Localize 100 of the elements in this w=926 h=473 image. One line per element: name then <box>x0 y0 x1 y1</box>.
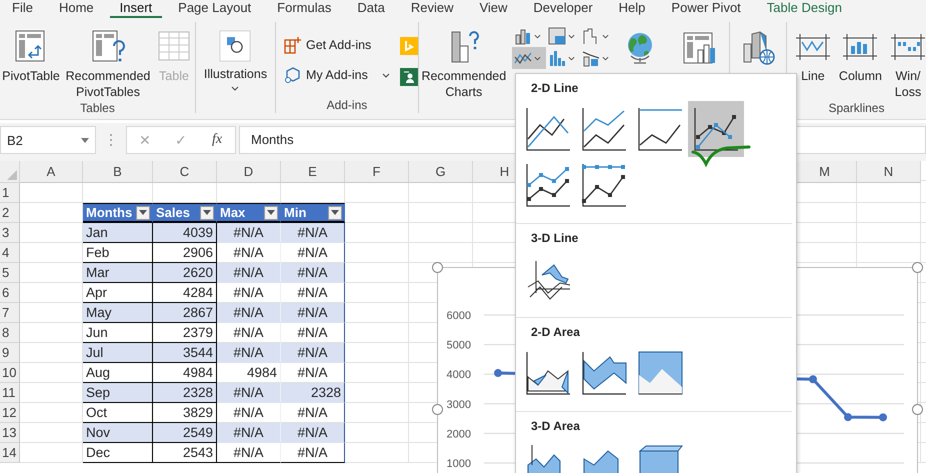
row-header[interactable]: 13 <box>0 423 20 443</box>
ribbon-tab[interactable]: Review <box>400 0 464 18</box>
pivot-table-help-icon <box>90 28 126 64</box>
ribbon-button[interactable]: Recommended PivotTables <box>62 22 154 100</box>
ribbon-tab[interactable]: Data <box>347 0 395 18</box>
combo-chart-icon <box>582 49 600 67</box>
ribbon-tab[interactable]: Developer <box>523 0 603 18</box>
name-box[interactable]: B2 <box>0 126 96 154</box>
row-header[interactable]: 14 <box>0 443 20 463</box>
ribbon-tab[interactable]: Table Design <box>756 0 852 18</box>
bar-chart-icon <box>514 27 532 45</box>
table-cell: #N/A <box>217 383 281 403</box>
resize-handle[interactable] <box>432 404 443 415</box>
column-header[interactable]: D <box>217 161 281 183</box>
table-cell: #N/A <box>281 303 345 323</box>
group-label: Tables <box>79 100 116 116</box>
table-cell: 2543 <box>153 443 217 463</box>
caret-icon <box>382 72 390 78</box>
table-cell: #N/A <box>217 343 281 363</box>
table-cell: 2328 <box>153 383 217 403</box>
axis-tick-label: 4000 <box>446 369 471 382</box>
row-header[interactable]: 9 <box>0 343 20 363</box>
axis-tick-label: 1000 <box>446 458 471 470</box>
caret-icon <box>231 86 240 91</box>
table-cell: Nov <box>83 423 153 443</box>
row-header[interactable]: 4 <box>0 243 20 263</box>
row-header[interactable]: 2 <box>0 203 20 223</box>
column-header[interactable]: N <box>857 161 921 183</box>
row-header[interactable]: 3 <box>0 223 20 243</box>
shapes-icon <box>219 30 252 62</box>
ribbon-tab[interactable]: File <box>2 0 43 18</box>
row-header[interactable]: 10 <box>0 363 20 383</box>
filter-button[interactable] <box>136 206 150 220</box>
table-cell: Jan <box>83 223 153 243</box>
row-header[interactable]: 7 <box>0 303 20 323</box>
ribbon-tab[interactable]: Home <box>48 0 104 18</box>
treemap-icon <box>548 27 566 45</box>
table-cell: #N/A <box>281 343 345 363</box>
caret-icon <box>81 138 89 142</box>
axis-tick-label: 2000 <box>446 428 471 440</box>
resize-handle[interactable] <box>912 404 923 415</box>
ribbon-tab[interactable]: Power Pivot <box>661 0 751 18</box>
column-header[interactable]: B <box>83 161 153 183</box>
caret-icon <box>534 34 541 38</box>
person-icon[interactable] <box>400 68 418 86</box>
triangle-icon <box>7 170 17 180</box>
illustrations-button[interactable]: Illustrations <box>196 22 275 91</box>
my-add-ins-button[interactable]: My Add-ins <box>284 66 390 84</box>
group-label: Add-ins <box>326 97 368 113</box>
table-cell: #N/A <box>217 223 281 243</box>
caret-icon <box>534 56 541 60</box>
table-cell: 4039 <box>153 223 217 243</box>
row-header[interactable]: 12 <box>0 403 20 423</box>
row-header[interactable]: 6 <box>0 283 20 303</box>
line-chart-button[interactable] <box>512 47 546 69</box>
table-cell: #N/A <box>217 303 281 323</box>
ribbon-button[interactable]: PivotTable <box>0 22 62 84</box>
column-header[interactable]: E <box>281 161 345 183</box>
ribbon-tab[interactable]: Formulas <box>267 0 342 18</box>
table-header: Sales <box>153 203 217 223</box>
row-header[interactable]: 11 <box>0 383 20 403</box>
annotation-stroke <box>691 144 751 168</box>
table-cell: Sep <box>83 383 153 403</box>
filter-button[interactable] <box>328 206 342 220</box>
grid-plus-icon <box>284 36 302 54</box>
insert-function-button[interactable]: fx <box>205 132 229 148</box>
table-cell: 2867 <box>153 303 217 323</box>
filter-button[interactable] <box>200 206 214 220</box>
ribbon-tab[interactable]: Page Layout <box>168 0 262 18</box>
get-add-ins-button[interactable]: Get Add-ins <box>284 36 390 54</box>
resize-handle[interactable] <box>912 262 923 273</box>
table-cell: #N/A <box>281 443 345 463</box>
table-cell: #N/A <box>281 223 345 243</box>
caret-icon <box>602 56 609 60</box>
sparkline-button[interactable]: Line <box>794 22 831 84</box>
drag-handle-icon[interactable] <box>109 132 113 148</box>
chart-type-option[interactable] <box>688 101 744 157</box>
column-header[interactable]: A <box>20 161 83 183</box>
caret-icon <box>568 56 575 60</box>
column-header[interactable]: F <box>345 161 409 183</box>
table-cell: Mar <box>83 263 153 283</box>
row-header[interactable]: 5 <box>0 263 20 283</box>
caret-icon <box>203 210 211 215</box>
row-header[interactable]: 1 <box>0 183 20 203</box>
table-cell: #N/A <box>281 263 345 283</box>
section-title: 3-D Area <box>530 418 581 434</box>
axis-tick-label: 3000 <box>446 398 471 411</box>
pivot-chart-icon[interactable] <box>682 30 718 66</box>
resize-handle[interactable] <box>432 262 443 273</box>
row-header[interactable]: 8 <box>0 323 20 343</box>
sparkline-button[interactable]: Column <box>838 22 882 84</box>
ribbon-tab[interactable]: View <box>469 0 518 18</box>
sparkline-button[interactable]: Win/ Loss <box>890 22 926 100</box>
column-header[interactable]: C <box>153 161 217 183</box>
ribbon-tab[interactable]: Help <box>608 0 656 18</box>
data-marker <box>879 413 887 422</box>
recommended-charts-button[interactable]: Recommended Charts <box>418 22 509 100</box>
table-cell: 2549 <box>153 423 217 443</box>
filter-button[interactable] <box>264 206 278 220</box>
column-header[interactable]: G <box>409 161 473 183</box>
